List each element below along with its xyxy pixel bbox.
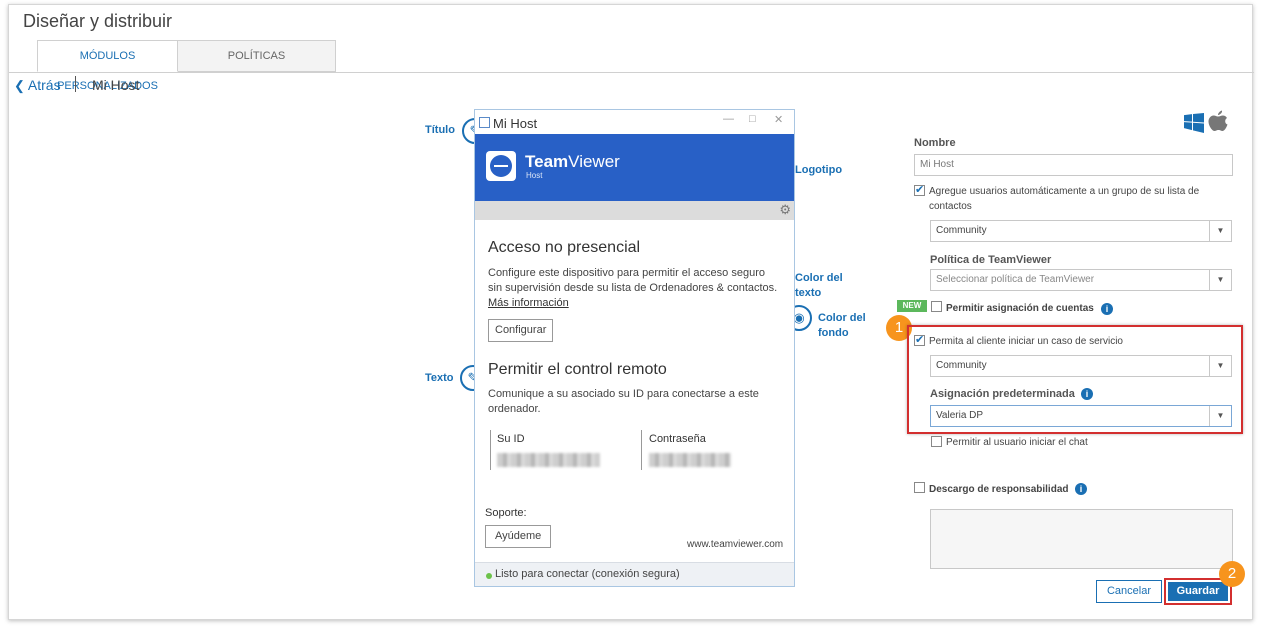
settings-bar: ⚙ xyxy=(475,201,794,220)
teamviewer-logo-icon xyxy=(486,151,516,181)
brand-banner[interactable]: TeamViewer Host xyxy=(475,134,794,201)
step-2-badge: 2 xyxy=(1219,561,1245,587)
brand-sub: Host xyxy=(526,171,543,180)
group-select[interactable]: Community ▼ xyxy=(930,220,1232,242)
new-badge: NEW xyxy=(897,300,927,312)
status-bar: Listo para conectar (conexión segura) xyxy=(475,562,794,586)
name-input[interactable]: Mi Host xyxy=(914,154,1233,176)
annotation-bg-color-label-1: Color del xyxy=(818,312,866,324)
allow-chat-checkbox[interactable] xyxy=(931,436,942,447)
tab-divider xyxy=(9,72,1254,73)
tab-bar: MÓDULOS PERSONALIZADOS POLÍTICAS xyxy=(37,40,336,92)
annotation-logo-label: Logotipo xyxy=(795,164,843,176)
app-frame: Diseñar y distribuir MÓDULOS PERSONALIZA… xyxy=(8,4,1254,620)
back-label: Atrás xyxy=(27,77,61,93)
more-info-link[interactable]: Más información xyxy=(488,297,569,309)
configure-button[interactable]: Configurar xyxy=(488,319,554,342)
window-app-icon xyxy=(479,117,490,128)
windows-icon[interactable] xyxy=(1183,111,1205,133)
policy-select-value: Seleccionar política de TeamViewer xyxy=(936,274,1095,285)
chevron-down-icon: ▼ xyxy=(1209,406,1231,426)
allow-account-label: Permitir asignación de cuentas xyxy=(946,303,1094,314)
unattended-line-1: Configure este dispositivo para permitir… xyxy=(488,267,765,279)
back-link[interactable]: ❮ Atrás xyxy=(14,77,61,94)
auto-add-checkbox[interactable] xyxy=(914,183,925,196)
annotation-bg-color-label-2: fondo xyxy=(818,327,849,339)
allow-chat-label: Permitir al usuario iniciar el chat xyxy=(946,437,1088,448)
info-icon[interactable]: i xyxy=(1101,303,1113,315)
annotation-title-label: Título xyxy=(425,124,455,136)
info-icon[interactable]: i xyxy=(1075,483,1087,495)
allow-service-label: Permita al cliente iniciar un caso de se… xyxy=(929,336,1123,347)
apple-icon[interactable] xyxy=(1207,109,1229,133)
default-assign-value: Valeria DP xyxy=(936,410,984,421)
chevron-down-icon: ▼ xyxy=(1209,221,1231,241)
service-group-value: Community xyxy=(936,360,987,371)
id-divider xyxy=(490,430,491,470)
breadcrumb-current: Mi Host xyxy=(92,77,140,93)
allow-service-checkbox[interactable] xyxy=(914,333,925,346)
id-value-blurred xyxy=(497,453,600,467)
support-label: Soporte: xyxy=(485,507,527,519)
disclaimer-checkbox[interactable] xyxy=(914,482,925,493)
auto-add-label-1: Agregue usuarios automáticamente a un gr… xyxy=(929,186,1200,197)
name-label: Nombre xyxy=(914,137,956,149)
cancel-button[interactable]: Cancelar xyxy=(1096,580,1162,603)
status-text: Listo para conectar (conexión segura) xyxy=(495,568,680,580)
annotation-text-color-label-2: texto xyxy=(795,287,822,299)
maximize-icon[interactable]: □ xyxy=(749,113,756,125)
chevron-down-icon: ▼ xyxy=(1209,356,1231,376)
annotation-text-label: Texto xyxy=(425,372,454,384)
help-button[interactable]: Ayúdeme xyxy=(485,525,552,548)
host-preview-window: Mi Host — □ ✕ TeamViewer Host ⚙ Acceso n… xyxy=(474,109,795,587)
save-button[interactable]: Guardar xyxy=(1168,582,1228,601)
disclaimer-label: Descargo de responsabilidad xyxy=(929,484,1069,495)
chevron-down-icon: ▼ xyxy=(1209,270,1231,290)
chevron-left-icon: ❮ xyxy=(14,78,25,93)
remote-line-2: ordenador. xyxy=(488,403,541,415)
password-label: Contraseña xyxy=(649,433,706,445)
info-icon[interactable]: i xyxy=(1081,388,1093,400)
policy-label: Política de TeamViewer xyxy=(930,254,1052,266)
auto-add-label-2: contactos xyxy=(929,201,972,212)
password-divider xyxy=(641,430,642,470)
remote-line-1: Comunique a su asociado su ID para conec… xyxy=(488,388,759,400)
id-label: Su ID xyxy=(497,433,525,445)
unattended-heading: Acceso no presencial xyxy=(488,239,641,256)
brand-name: TeamViewer xyxy=(525,152,620,171)
page-title: Diseñar y distribuir xyxy=(23,11,173,31)
status-dot-icon xyxy=(486,573,492,579)
website-text: www.teamviewer.com xyxy=(687,539,784,550)
password-value-blurred xyxy=(649,453,731,467)
close-icon[interactable]: ✕ xyxy=(774,113,783,126)
disclaimer-textarea[interactable] xyxy=(930,509,1233,569)
default-assign-select[interactable]: Valeria DP ▼ xyxy=(930,405,1232,427)
group-select-value: Community xyxy=(936,225,987,236)
allow-account-checkbox[interactable] xyxy=(931,301,942,312)
service-group-select[interactable]: Community ▼ xyxy=(930,355,1232,377)
breadcrumb-divider xyxy=(75,76,76,92)
policy-select[interactable]: Seleccionar política de TeamViewer ▼ xyxy=(930,269,1232,291)
remote-heading: Permitir el control remoto xyxy=(488,361,667,378)
tab-custom-modules[interactable]: MÓDULOS PERSONALIZADOS xyxy=(37,40,178,92)
annotation-text-color-label-1: Color del xyxy=(795,272,843,284)
window-title: Mi Host xyxy=(493,116,538,131)
gear-icon[interactable]: ⚙ xyxy=(779,202,791,218)
default-assign-label: Asignación predeterminada xyxy=(930,388,1075,400)
minimize-icon[interactable]: — xyxy=(723,113,734,125)
unattended-line-2: sin supervisión desde su lista de Ordena… xyxy=(488,282,778,294)
tab-policies[interactable]: POLÍTICAS xyxy=(178,40,336,72)
